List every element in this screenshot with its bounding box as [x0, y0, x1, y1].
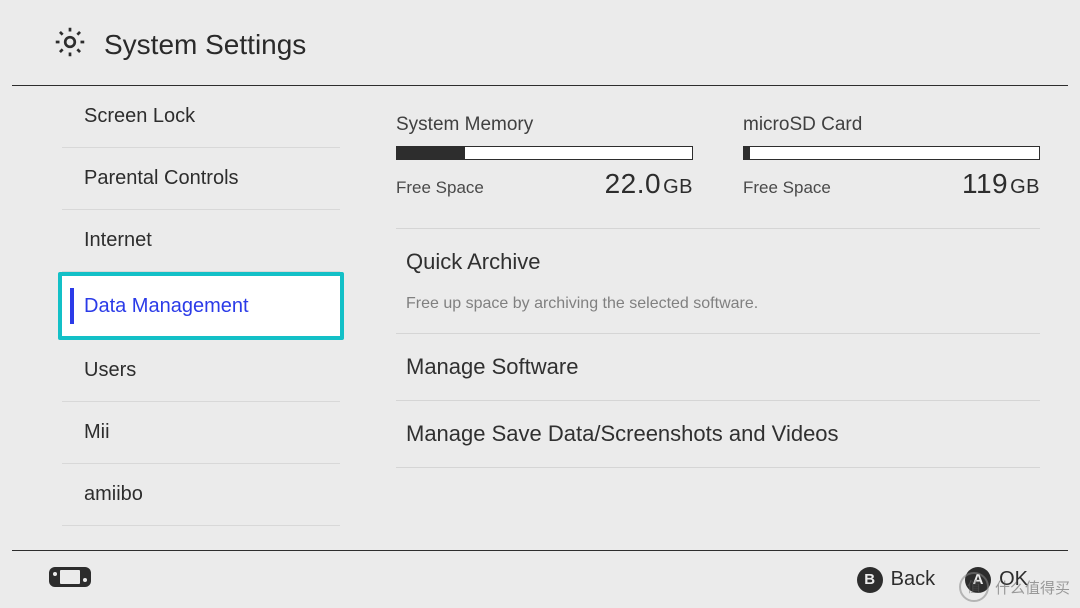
- menu-manage-save-data[interactable]: Manage Save Data/Screenshots and Videos: [396, 400, 1040, 468]
- system-memory-block: System Memory Free Space 22.0GB: [396, 114, 693, 200]
- sidebar: Screen Lock Parental Controls Internet D…: [0, 86, 340, 546]
- system-memory-bar: [396, 146, 693, 160]
- sd-card-free-label: Free Space: [743, 178, 831, 198]
- menu-quick-archive-desc: Free up space by archiving the selected …: [406, 295, 1030, 313]
- system-memory-free-label: Free Space: [396, 178, 484, 198]
- menu-manage-software[interactable]: Manage Software: [396, 333, 1040, 400]
- sidebar-item-label: Mii: [84, 421, 110, 444]
- body: Screen Lock Parental Controls Internet D…: [0, 86, 1080, 546]
- menu-manage-save-data-title: Manage Save Data/Screenshots and Videos: [406, 421, 1030, 447]
- sd-card-unit: GB: [1010, 176, 1040, 198]
- sd-card-number: 119: [962, 168, 1008, 199]
- system-memory-unit: GB: [663, 176, 693, 198]
- sd-card-bar: [743, 146, 1040, 160]
- sidebar-item-users[interactable]: Users: [62, 340, 340, 402]
- system-memory-value: 22.0GB: [605, 168, 693, 200]
- sidebar-item-label: Screen Lock: [84, 105, 195, 128]
- b-button-icon: B: [857, 567, 883, 593]
- sidebar-item-label: amiibo: [84, 483, 143, 506]
- sd-card-fill: [744, 147, 750, 159]
- menu-quick-archive-title: Quick Archive: [406, 249, 1030, 275]
- controller-icon: [48, 575, 92, 592]
- gear-icon: [52, 24, 88, 65]
- menu-manage-software-title: Manage Software: [406, 354, 1030, 380]
- back-button[interactable]: B Back: [857, 567, 935, 593]
- sidebar-item-internet[interactable]: Internet: [62, 210, 340, 272]
- sidebar-item-label: Internet: [84, 229, 152, 252]
- sidebar-item-mii[interactable]: Mii: [62, 402, 340, 464]
- header: System Settings: [0, 0, 1080, 85]
- sidebar-item-amiibo[interactable]: amiibo: [62, 464, 340, 526]
- sidebar-item-parental-controls[interactable]: Parental Controls: [62, 148, 340, 210]
- system-memory-title: System Memory: [396, 114, 693, 136]
- system-memory-free-row: Free Space 22.0GB: [396, 168, 693, 200]
- sidebar-item-screen-lock[interactable]: Screen Lock: [62, 86, 340, 148]
- footer: B Back A OK: [12, 550, 1068, 608]
- content-pane: System Memory Free Space 22.0GB microSD …: [340, 86, 1080, 546]
- sd-card-block: microSD Card Free Space 119GB: [743, 114, 1040, 200]
- watermark-badge: 值: [959, 572, 989, 602]
- sidebar-item-data-management[interactable]: Data Management: [58, 272, 344, 340]
- menu-quick-archive[interactable]: Quick Archive Free up space by archiving…: [396, 228, 1040, 333]
- watermark: 值 什么值得买: [959, 572, 1070, 602]
- watermark-text: 什么值得买: [995, 577, 1070, 598]
- sd-card-title: microSD Card: [743, 114, 1040, 136]
- sidebar-item-label: Data Management: [84, 295, 249, 318]
- storage-row: System Memory Free Space 22.0GB microSD …: [396, 114, 1040, 228]
- page-title: System Settings: [104, 29, 306, 61]
- sd-card-value: 119GB: [962, 168, 1040, 200]
- back-label: Back: [891, 568, 935, 591]
- sidebar-item-label: Users: [84, 359, 136, 382]
- sd-card-free-row: Free Space 119GB: [743, 168, 1040, 200]
- sidebar-item-label: Parental Controls: [84, 167, 239, 190]
- footer-left: [48, 566, 92, 593]
- system-memory-fill: [397, 147, 465, 159]
- system-memory-number: 22.0: [605, 168, 662, 199]
